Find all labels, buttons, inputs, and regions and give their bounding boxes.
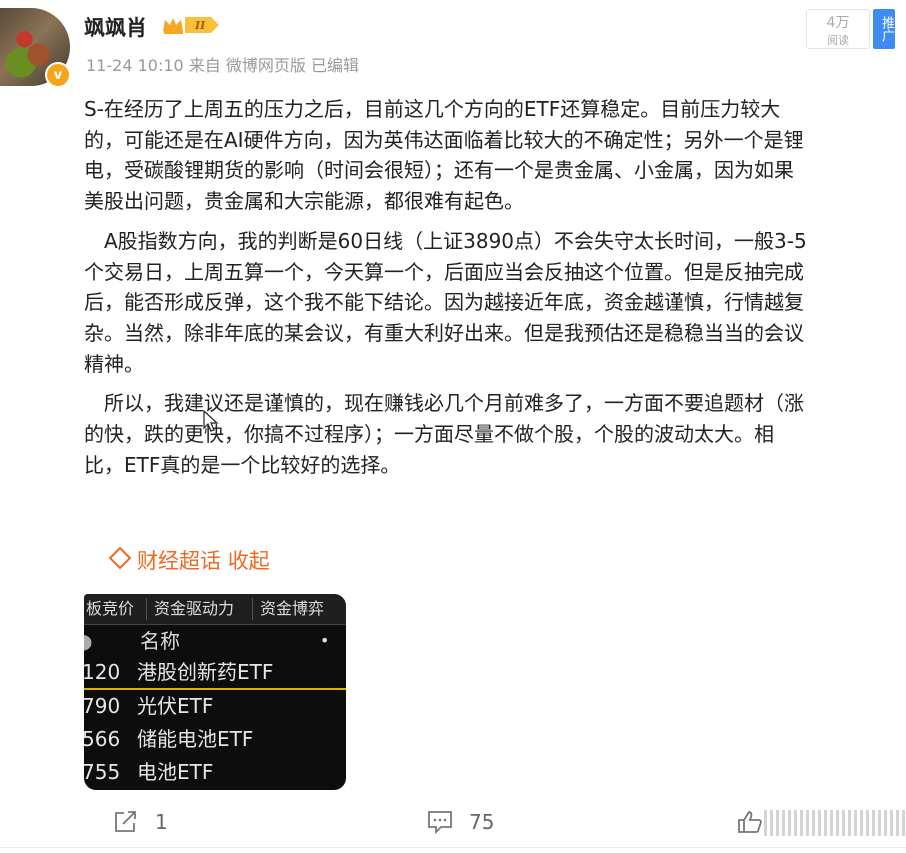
username[interactable]: 飒飒肖 — [84, 12, 147, 42]
paragraph: 所以，我建议还是谨慎的，现在赚钱必几个月前难多了，一方面不要追题材（涨 的快，跌… — [84, 388, 906, 480]
line: S-在经历了上周五的压力之后，目前这几个方向的ETF还算稳定。目前压力较大 — [84, 97, 781, 121]
screenshot-tab: 板竞价 — [86, 599, 135, 618]
read-count-box: 4万 阅读 — [806, 9, 870, 49]
screenshot-tabs: 板竞价 资金驱动力 资金博弈 — [84, 594, 346, 625]
screenshot-tab: 资金博弈 — [260, 599, 325, 618]
tab-divider — [146, 598, 147, 620]
row-name: 光伏ETF — [137, 694, 214, 718]
level-badge-text: II — [194, 19, 206, 32]
attached-image[interactable]: 板竞价 资金驱动力 资金博弈 ◗ 名称 • 120 港股创新药ETF 790 光… — [84, 594, 346, 790]
line: 个交易日，上周五算一个，今天算一个，后面应当会反抽这个位置。但是反抽完成 — [84, 259, 804, 284]
comment-count: 75 — [469, 810, 495, 834]
header-mark: ◗ — [84, 629, 93, 653]
topic-line: 财经超话 收起 — [108, 545, 270, 575]
line: 比，ETF真的是一个比较好的选择。 — [84, 452, 401, 477]
divider — [0, 847, 906, 848]
line: 的，可能还是在AI硬件方向，因为英伟达面临着比较大的不确定性；另外一个是锂 — [84, 127, 804, 152]
row-name: 港股创新药ETF — [137, 660, 274, 684]
collapse-link[interactable]: 收起 — [228, 549, 270, 573]
table-row: 755 电池ETF — [84, 756, 346, 789]
topic-link[interactable]: 财经超话 — [137, 549, 221, 573]
line: 美股出问题，贵金属和大宗能源，都很难有起色。 — [84, 189, 524, 214]
row-code: 566 — [84, 727, 121, 751]
repost-button[interactable]: 1 — [113, 810, 168, 834]
repost-icon — [115, 811, 136, 832]
mouse-cursor-icon — [203, 410, 219, 432]
verified-badge-icon: v — [45, 62, 71, 88]
line: 的快，跌的更快，你搞不过程序）；一方面尽量不做个股，个股的波动太大。相 — [84, 422, 774, 447]
comment-button[interactable]: 75 — [427, 810, 494, 834]
promote-button[interactable]: 推广 — [873, 9, 895, 49]
row-name: 电池ETF — [137, 760, 214, 784]
table-row: 790 光伏ETF — [84, 690, 346, 723]
paragraph: A股指数方向，我的判断是60日线（上证3890点）不会失守太长时间，一般3-5 … — [84, 226, 906, 380]
row-name: 储能电池ETF — [137, 727, 254, 751]
post-meta: 11-24 10:10 来自 微博网页版 已编辑 — [86, 56, 359, 75]
screenshot-header: ◗ 名称 • — [84, 625, 346, 657]
action-bar: 1 75 — [0, 800, 906, 845]
line: 所以，我建议还是谨慎的，现在赚钱必几个月前难多了，一方面不要追题材（涨 — [84, 391, 804, 416]
line: A股指数方向，我的判断是60日线（上证3890点）不会失守太长时间，一般3-5 — [84, 228, 807, 253]
row-code: 755 — [84, 760, 121, 784]
read-label: 阅读 — [827, 34, 849, 47]
header-dot: • — [320, 631, 330, 650]
repost-count: 1 — [155, 810, 168, 834]
line: 后，能否形成反弹，这个我不能下结论。因为越接近年底，资金越谨慎，行情越复 — [84, 290, 804, 315]
member-crown-icon[interactable]: II — [161, 14, 221, 36]
line: 杂。当然，除非年底的某会议，有重大利好出来。但是我预估还是稳稳当当的会议 — [84, 320, 804, 345]
row-code: 120 — [84, 660, 121, 684]
table-row: 566 储能电池ETF — [84, 723, 346, 756]
screenshot-tab: 资金驱动力 — [154, 599, 235, 618]
comment-icon — [428, 811, 452, 834]
line: 电，受碳酸锂期货的影响（时间会很短）；还有一个是贵金属、小金属，因为如果 — [84, 158, 794, 183]
line: 精神。 — [84, 351, 144, 376]
table-row: 120 港股创新药ETF — [84, 656, 346, 689]
thumbs-up-icon — [738, 811, 762, 833]
column-name: 名称 — [140, 629, 180, 653]
supertopic-icon — [108, 546, 132, 570]
row-code: 790 — [84, 694, 121, 718]
like-count-placeholder — [764, 810, 906, 836]
read-count: 4万 — [826, 15, 850, 31]
paragraph: S-在经历了上周五的压力之后，目前这几个方向的ETF还算稳定。目前压力较大 的，… — [84, 94, 906, 217]
tab-divider — [252, 598, 253, 620]
